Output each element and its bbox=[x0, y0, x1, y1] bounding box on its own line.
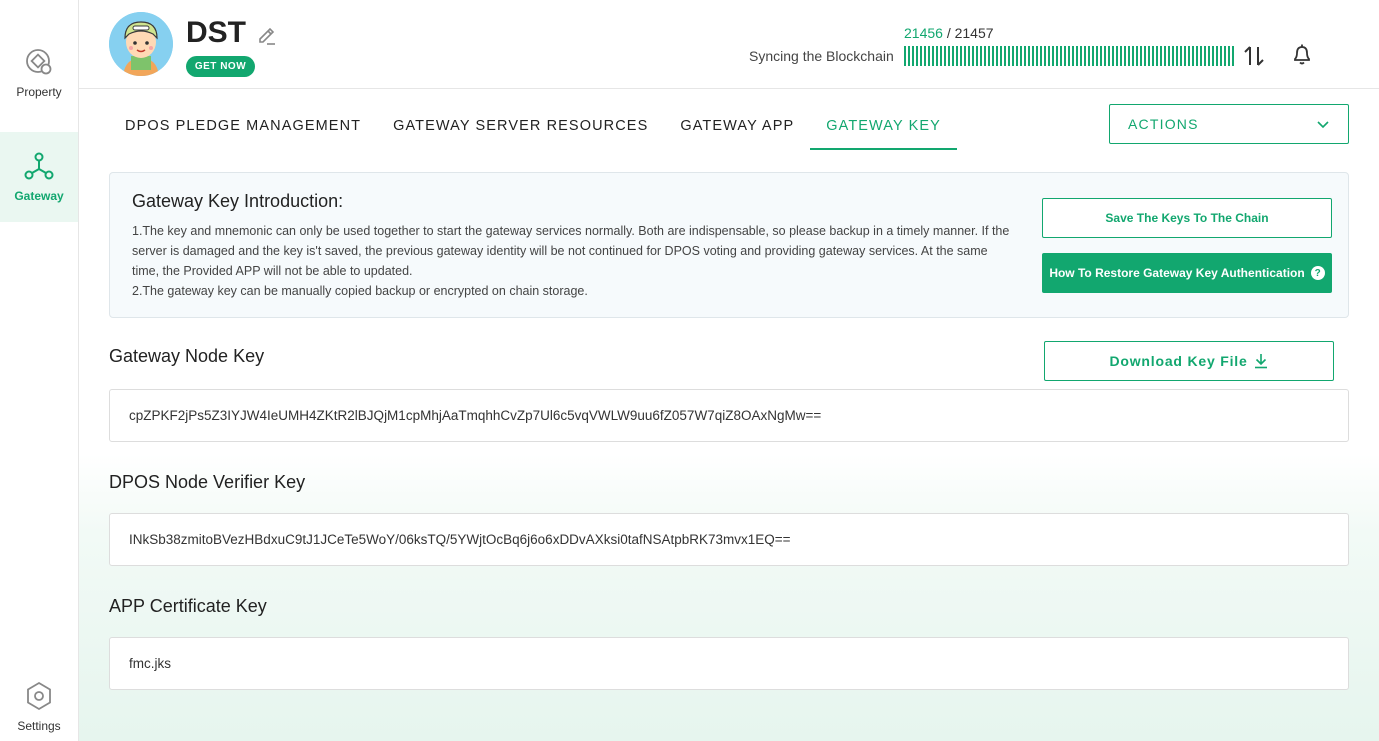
header: DST GET NOW 21456 / 21457 Syncing the Bl… bbox=[79, 0, 1379, 89]
tab-gateway-server-resources[interactable]: GATEWAY SERVER RESOURCES bbox=[377, 104, 664, 148]
edit-icon[interactable] bbox=[256, 25, 278, 47]
avatar[interactable] bbox=[109, 12, 173, 76]
sync-progress-bar bbox=[904, 46, 1235, 66]
sync-current: 21456 bbox=[904, 25, 943, 41]
sync-count: 21456 / 21457 bbox=[904, 25, 994, 41]
property-icon bbox=[26, 49, 52, 75]
sync-separator: / bbox=[942, 25, 955, 41]
intro-panel: Gateway Key Introduction: 1.The key and … bbox=[109, 172, 1349, 318]
download-key-label: Download Key File bbox=[1109, 353, 1248, 369]
get-now-button[interactable]: GET NOW bbox=[186, 56, 255, 77]
intro-line-2: 2.The gateway key can be manually copied… bbox=[132, 284, 588, 298]
swap-icon[interactable] bbox=[1242, 44, 1266, 68]
sidebar-item-property[interactable]: Property bbox=[0, 28, 78, 118]
restore-key-label: How To Restore Gateway Key Authenticatio… bbox=[1049, 266, 1305, 280]
verifier-key-label: DPOS Node Verifier Key bbox=[109, 472, 306, 492]
node-key-field[interactable]: cpZPKF2jPs5Z3IYJW4IeUMH4ZKtR2lBJQjM1cpMh… bbox=[109, 389, 1349, 442]
gateway-icon bbox=[24, 152, 54, 180]
intro-text: 1.The key and mnemonic can only be used … bbox=[132, 221, 1017, 301]
actions-label: ACTIONS bbox=[1128, 116, 1199, 132]
tab-dpos-pledge-management[interactable]: DPOS PLEDGE MANAGEMENT bbox=[109, 104, 377, 148]
cert-key-field[interactable]: fmc.jks bbox=[109, 637, 1349, 690]
intro-title: Gateway Key Introduction: bbox=[132, 191, 344, 211]
main-content: DPOS PLEDGE MANAGEMENT GATEWAY SERVER RE… bbox=[79, 89, 1379, 741]
cert-key-label: APP Certificate Key bbox=[109, 596, 267, 616]
restore-key-button[interactable]: How To Restore Gateway Key Authenticatio… bbox=[1042, 253, 1332, 293]
tab-bar: DPOS PLEDGE MANAGEMENT GATEWAY SERVER RE… bbox=[109, 104, 957, 150]
tab-gateway-key[interactable]: GATEWAY KEY bbox=[810, 104, 957, 150]
download-key-button[interactable]: Download Key File bbox=[1044, 341, 1334, 381]
sidebar: Property Gateway Settings bbox=[0, 0, 79, 741]
avatar-illustration bbox=[109, 12, 173, 76]
sync-total: 21457 bbox=[954, 25, 994, 41]
actions-dropdown[interactable]: ACTIONS bbox=[1109, 104, 1349, 144]
sidebar-item-label: Gateway bbox=[14, 189, 64, 203]
sidebar-item-settings[interactable]: Settings bbox=[0, 662, 78, 741]
chevron-down-icon bbox=[1317, 121, 1329, 129]
download-icon bbox=[1254, 354, 1267, 369]
sidebar-item-label: Settings bbox=[17, 719, 61, 733]
node-key-label: Gateway Node Key bbox=[109, 346, 265, 366]
verifier-key-field[interactable]: INkSb38zmitoBVezHBdxuC9tJ1JCeTe5WoY/06ks… bbox=[109, 513, 1349, 566]
intro-line-1: 1.The key and mnemonic can only be used … bbox=[132, 224, 1010, 278]
tab-gateway-app[interactable]: GATEWAY APP bbox=[664, 104, 810, 148]
sidebar-item-label: Property bbox=[16, 85, 62, 99]
bell-icon[interactable] bbox=[1290, 42, 1314, 66]
help-icon: ? bbox=[1310, 266, 1325, 280]
sidebar-item-gateway[interactable]: Gateway bbox=[0, 132, 78, 222]
save-keys-button[interactable]: Save The Keys To The Chain bbox=[1042, 198, 1332, 238]
settings-icon bbox=[27, 681, 51, 711]
page-title: DST bbox=[186, 16, 246, 49]
sync-label: Syncing the Blockchain bbox=[749, 48, 894, 64]
